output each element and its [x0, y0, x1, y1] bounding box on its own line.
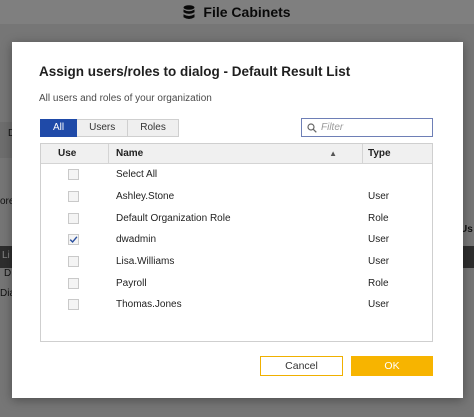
tab-roles[interactable]: Roles — [128, 119, 179, 137]
use-cell — [41, 169, 109, 181]
use-cell — [41, 299, 109, 311]
use-checkbox[interactable] — [67, 299, 79, 311]
use-checkbox[interactable] — [67, 256, 79, 268]
use-cell — [41, 256, 109, 268]
use-cell — [41, 212, 109, 224]
use-cell — [41, 191, 109, 203]
table-row[interactable]: Payroll Role — [41, 272, 432, 294]
filter-input[interactable] — [321, 122, 421, 133]
name-cell: Payroll — [116, 277, 147, 289]
use-checkbox[interactable] — [67, 277, 79, 289]
assign-users-dialog: Assign users/roles to dialog - Default R… — [12, 42, 463, 398]
type-cell: User — [368, 234, 390, 246]
column-header-name[interactable]: Name ▲ — [109, 144, 363, 163]
type-cell: User — [368, 256, 390, 268]
tab-users[interactable]: Users — [77, 119, 129, 137]
type-cell: User — [368, 191, 390, 203]
dialog-subtitle: All users and roles of your organization — [39, 93, 212, 104]
table-row[interactable]: Ashley.Stone User — [41, 186, 432, 208]
tab-all[interactable]: All — [40, 119, 78, 137]
use-cell — [41, 277, 109, 289]
column-header-use[interactable]: Use — [41, 144, 109, 163]
type-cell: Role — [368, 212, 389, 224]
name-cell: Default Organization Role — [116, 212, 231, 224]
use-checkbox[interactable] — [67, 169, 79, 181]
ok-button[interactable]: OK — [351, 356, 433, 376]
use-checkbox[interactable] — [67, 234, 79, 246]
use-checkbox[interactable] — [67, 212, 79, 224]
table-row[interactable]: Default Organization Role Role — [41, 207, 432, 229]
table-row[interactable]: Thomas.Jones User — [41, 294, 432, 316]
name-cell: Lisa.Williams — [116, 256, 175, 268]
name-cell: Select All — [116, 169, 158, 181]
name-cell: Ashley.Stone — [116, 191, 175, 203]
checkmark-icon — [69, 236, 77, 244]
use-cell — [41, 234, 109, 246]
users-roles-table: Use Name ▲ Type Select All Ashley.Stone Us… — [40, 143, 433, 342]
name-cell: dwadmin — [116, 234, 157, 246]
table-body: Select All Ashley.Stone User Default Organi… — [41, 164, 432, 316]
use-checkbox[interactable] — [67, 191, 79, 203]
column-header-name-label: Name — [116, 148, 144, 159]
type-cell: Role — [368, 277, 389, 289]
table-row[interactable]: dwadmin User — [41, 229, 432, 251]
filter-tabs: All Users Roles — [40, 119, 179, 137]
dialog-title: Assign users/roles to dialog - Default R… — [39, 64, 351, 79]
table-row[interactable]: Lisa.Williams User — [41, 251, 432, 273]
name-cell: Thomas.Jones — [116, 299, 182, 311]
sort-ascending-icon: ▲ — [329, 149, 337, 158]
type-cell: User — [368, 299, 390, 311]
cancel-button[interactable]: Cancel — [260, 356, 343, 376]
search-icon — [307, 122, 317, 133]
column-header-type[interactable]: Type — [363, 144, 432, 163]
table-row[interactable]: Select All — [41, 164, 432, 186]
filter-field[interactable] — [301, 118, 433, 137]
table-header: Use Name ▲ Type — [41, 144, 432, 164]
